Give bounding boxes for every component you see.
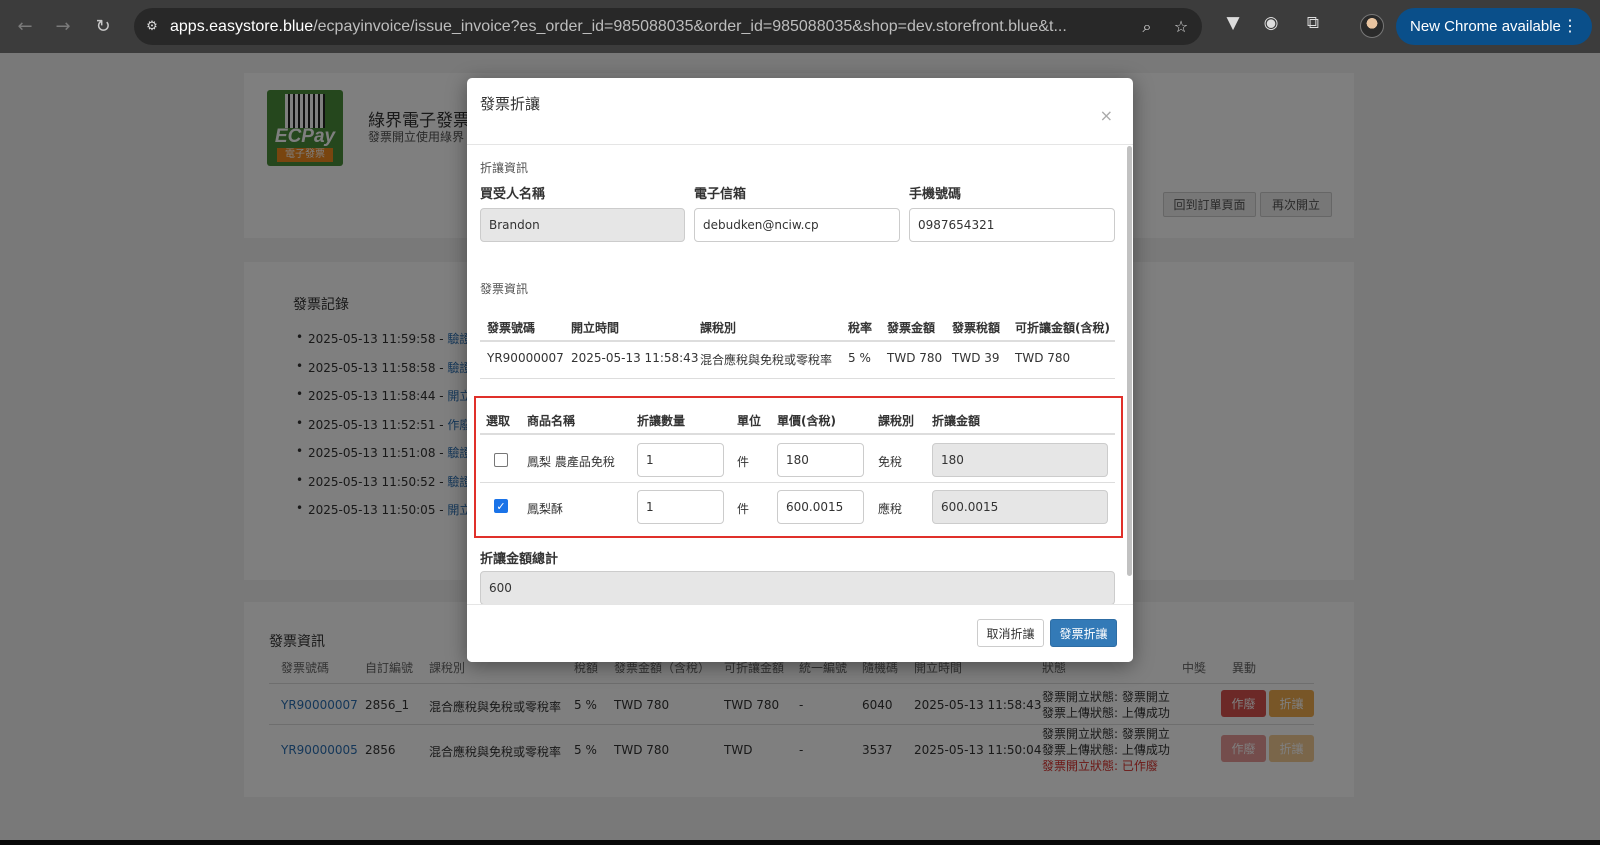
allowable-amount: TWD 780 xyxy=(1015,351,1071,365)
column-header: 折讓數量 xyxy=(637,414,686,428)
password-extension-icon[interactable]: ◉ xyxy=(1258,13,1284,33)
column-header: 發票金額 xyxy=(887,321,936,335)
column-header: 發票號碼 xyxy=(487,321,536,335)
modal-header: 發票折讓 × xyxy=(467,78,1133,145)
quantity-input[interactable]: 1 xyxy=(637,490,724,524)
menu-dots-icon[interactable]: ⋮ xyxy=(1562,16,1578,36)
profile-avatar[interactable] xyxy=(1360,14,1384,38)
url-text[interactable]: apps.easystore.blue/ecpayinvoice/issue_i… xyxy=(170,18,1130,36)
total-amount-field[interactable]: 600 xyxy=(480,571,1115,605)
column-header: 發票稅額 xyxy=(952,321,1001,335)
total-label: 折讓金額總計 xyxy=(480,552,559,567)
allowance-amount-field[interactable]: 600.0015 xyxy=(932,490,1108,524)
item-select-checkbox[interactable] xyxy=(494,453,508,467)
bookmark-star-icon[interactable]: ☆ xyxy=(1164,17,1198,36)
quantity-input[interactable]: 1 xyxy=(637,443,724,477)
buyer-label: 買受人名稱 xyxy=(480,187,546,202)
zoom-icon[interactable]: ⌕ xyxy=(1130,17,1164,37)
invoice-amount: TWD 780 xyxy=(887,351,943,365)
new-chrome-available-button[interactable]: New Chrome available ⋮ xyxy=(1396,8,1592,45)
extensions-puzzle-icon[interactable]: ⧉ xyxy=(1300,13,1326,33)
item-select-checkbox[interactable]: ✓ xyxy=(494,499,508,513)
column-header: 開立時間 xyxy=(571,321,620,335)
tax-rate: 5 % xyxy=(848,351,871,365)
buyer-name-field[interactable]: Brandon xyxy=(480,208,685,242)
forward-arrow-icon[interactable]: → xyxy=(50,13,76,39)
reload-icon[interactable]: ↻ xyxy=(90,13,116,39)
column-header: 選取 xyxy=(486,414,511,428)
invoice-number: YR90000007 xyxy=(487,351,564,365)
email-label: 電子信箱 xyxy=(694,187,747,202)
column-header: 課稅別 xyxy=(700,321,737,335)
issue-time: 2025-05-13 11:58:43 xyxy=(571,351,699,365)
url-path: /ecpayinvoice/issue_invoice?es_order_id=… xyxy=(313,17,1067,35)
divider xyxy=(480,433,1115,435)
column-header: 折讓金額 xyxy=(932,414,981,428)
close-icon[interactable]: × xyxy=(1100,106,1113,125)
divider xyxy=(480,340,1115,342)
back-arrow-icon[interactable]: ← xyxy=(12,13,38,39)
cancel-allowance-button[interactable]: 取消折讓 xyxy=(977,619,1044,647)
item-tax-type: 免稅 xyxy=(878,455,903,469)
item-unit: 件 xyxy=(737,455,750,469)
item-name: 鳳梨酥 xyxy=(527,502,564,516)
column-header: 課稅別 xyxy=(878,414,915,428)
submit-allowance-button[interactable]: 發票折讓 xyxy=(1050,619,1117,647)
modal-scrollbar[interactable] xyxy=(1127,146,1132,576)
tax-type: 混合應稅與免稅或零稅率 xyxy=(700,353,833,367)
vue-extension-icon[interactable]: ▼ xyxy=(1220,13,1246,33)
divider xyxy=(480,482,1115,483)
item-unit: 件 xyxy=(737,502,750,516)
allowance-amount-field[interactable]: 180 xyxy=(932,443,1108,477)
column-header: 稅率 xyxy=(848,321,873,335)
allowance-section-label: 折讓資訊 xyxy=(480,161,529,175)
item-name: 鳳梨 農產品免稅 xyxy=(527,455,615,469)
phone-field[interactable]: 0987654321 xyxy=(909,208,1115,242)
site-settings-icon[interactable]: ⚙ xyxy=(134,19,170,34)
phone-label: 手機號碼 xyxy=(909,187,962,202)
url-host: apps.easystore.blue xyxy=(170,17,314,35)
new-chrome-label: New Chrome available xyxy=(1410,18,1561,35)
divider xyxy=(480,378,1115,379)
address-bar[interactable]: ⚙ apps.easystore.blue/ecpayinvoice/issue… xyxy=(134,8,1202,45)
browser-toolbar: ← → ↻ ⚙ apps.easystore.blue/ecpayinvoice… xyxy=(0,0,1600,53)
unit-price-input[interactable]: 600.0015 xyxy=(777,490,864,524)
unit-price-input[interactable]: 180 xyxy=(777,443,864,477)
modal-title: 發票折讓 xyxy=(480,95,541,113)
column-header: 商品名稱 xyxy=(527,414,576,428)
column-header: 可折讓金額(含稅) xyxy=(1015,321,1110,335)
column-header: 單價(含稅) xyxy=(777,414,836,428)
invoice-tax: TWD 39 xyxy=(952,351,1000,365)
modal-footer: 取消折讓 發票折讓 xyxy=(467,604,1133,662)
allowance-modal: 發票折讓 × 折讓資訊 買受人名稱 Brandon 電子信箱 debudken@… xyxy=(467,78,1133,662)
invoice-section-label: 發票資訊 xyxy=(480,282,529,296)
item-tax-type: 應稅 xyxy=(878,502,903,516)
column-header: 單位 xyxy=(737,414,762,428)
email-field[interactable]: debudken@nciw.cp xyxy=(694,208,900,242)
